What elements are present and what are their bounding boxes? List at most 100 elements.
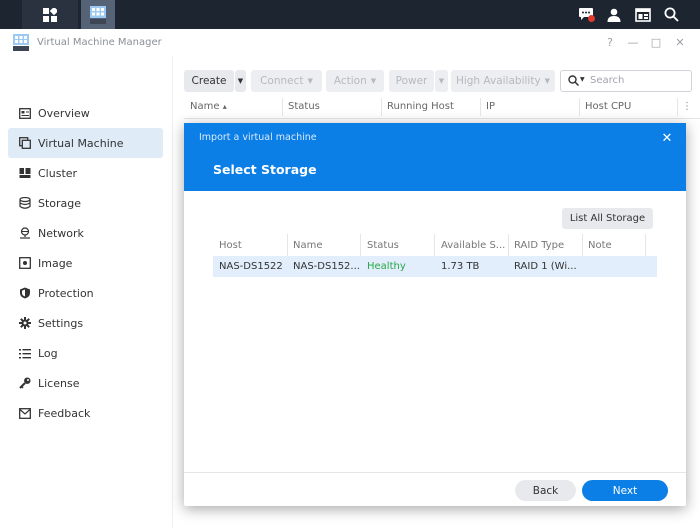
create-button[interactable]: Create [184,70,234,92]
sidebar-item-protection[interactable]: Protection [8,278,163,308]
sidebar-item-label: Image [38,256,73,270]
messages-button[interactable] [572,0,600,29]
chevron-down-icon: ▼ [438,77,445,85]
close-window-button[interactable]: ✕ [672,35,688,51]
gear-icon [19,317,31,329]
search-icon [568,75,579,86]
main-menu-button[interactable] [22,0,78,29]
chevron-down-icon: ▼ [307,77,313,85]
create-dropdown-button[interactable]: ▼ [235,70,246,92]
column-header-status[interactable]: Status [367,240,399,251]
widgets-button[interactable] [629,0,657,29]
cell-name: NAS-DS152... [293,261,360,272]
help-button[interactable]: ? [602,35,618,51]
column-menu-icon[interactable]: ⋮ [682,101,692,112]
column-header-status[interactable]: Status [288,101,320,112]
list-icon [19,347,31,359]
high-availability-button[interactable]: High Availability ▼ [451,70,555,92]
sidebar-item-label: Storage [38,196,82,210]
sidebar-item-network[interactable]: Network [8,218,163,248]
column-header-host-cpu[interactable]: Host CPU [585,101,631,112]
dialog-header: Import a virtual machine ✕ Select Storag… [184,123,686,191]
sidebar-item-storage[interactable]: Storage [8,188,163,218]
power-dropdown-button[interactable]: ▼ [435,70,448,92]
storage-icon [19,197,31,209]
window-titlebar[interactable]: Virtual Machine Manager ? — □ ✕ [0,29,700,56]
sidebar-item-virtual-machine[interactable]: Virtual Machine [8,128,163,158]
column-header-name[interactable]: Name [293,240,323,251]
high-availability-label: High Availability [455,75,541,87]
next-button[interactable]: Next [582,480,668,501]
column-divider [677,98,678,116]
chevron-down-icon: ▼ [237,77,244,85]
column-header-ip[interactable]: IP [486,101,495,112]
sidebar-item-label: Virtual Machine [38,136,124,150]
sidebar-item-settings[interactable]: Settings [8,308,163,338]
sidebar-item-label: Cluster [38,166,78,180]
global-search-button[interactable] [657,0,685,29]
column-header-running-host[interactable]: Running Host [387,101,454,112]
column-divider [480,98,481,116]
cell-raid-type: RAID 1 (Wi... [514,261,577,272]
column-header-note[interactable]: Note [588,240,612,251]
user-icon [607,8,621,22]
column-divider [434,234,435,256]
sidebar-item-overview[interactable]: Overview [8,98,163,128]
connect-button[interactable]: Connect ▼ [251,70,322,92]
mail-icon [19,407,31,419]
image-icon [19,257,31,269]
sidebar-item-label: License [38,376,80,390]
column-divider [508,234,509,256]
vmm-taskbar-button[interactable] [81,0,115,29]
minimize-button[interactable]: — [625,35,641,51]
sidebar-item-label: Network [38,226,84,240]
sidebar-item-license[interactable]: License [8,368,163,398]
taskbar [0,0,700,29]
column-divider [645,234,646,256]
table-row[interactable]: NAS-DS1522 NAS-DS152... Healthy 1.73 TB … [213,256,657,277]
connect-label: Connect [260,75,304,87]
user-button[interactable] [601,0,627,29]
window-title: Virtual Machine Manager [37,37,162,48]
vm-icon [19,137,31,149]
maximize-button[interactable]: □ [648,35,664,51]
import-vm-dialog: Import a virtual machine ✕ Select Storag… [184,123,686,506]
column-header-available-space[interactable]: Available S... [441,240,505,251]
vm-table-header: Name ▴ Status Running Host IP Host CPU ⋮ [184,96,700,119]
column-divider [381,98,382,116]
power-button[interactable]: Power [389,70,434,92]
cell-host: NAS-DS1522 [219,261,283,272]
sidebar-item-label: Protection [38,286,94,300]
overview-icon [19,107,31,119]
column-header-host[interactable]: Host [219,240,242,251]
sidebar: Overview Virtual Machine Cluster Storage… [0,56,173,528]
dialog-footer: Back Next [184,472,686,507]
vmm-app-icon [90,5,106,24]
dialog-title: Select Storage [213,162,317,177]
widgets-icon [635,7,651,22]
search-placeholder: Search [590,75,625,86]
network-icon [19,227,31,239]
column-divider [579,98,580,116]
sidebar-item-log[interactable]: Log [8,338,163,368]
column-divider [360,234,361,256]
action-button[interactable]: Action ▼ [326,70,384,92]
chevron-down-icon: ▼ [580,76,585,83]
column-header-name[interactable]: Name ▴ [190,101,227,112]
list-all-storage-button[interactable]: List All Storage [562,208,653,229]
apps-grid-icon [43,7,57,22]
column-divider [282,98,283,116]
chevron-down-icon: ▼ [370,77,377,85]
sidebar-item-label: Settings [38,316,84,330]
sidebar-item-label: Feedback [38,406,91,420]
sidebar-item-image[interactable]: Image [8,248,163,278]
sidebar-item-feedback[interactable]: Feedback [8,398,163,428]
sort-ascending-icon: ▴ [222,102,227,111]
search-icon [664,7,679,22]
close-icon[interactable]: ✕ [659,131,675,146]
back-button[interactable]: Back [515,480,576,501]
sidebar-item-cluster[interactable]: Cluster [8,158,163,188]
key-icon [19,377,31,389]
column-header-raid-type[interactable]: RAID Type [514,240,564,251]
search-input[interactable]: ▼ Search [560,70,692,92]
